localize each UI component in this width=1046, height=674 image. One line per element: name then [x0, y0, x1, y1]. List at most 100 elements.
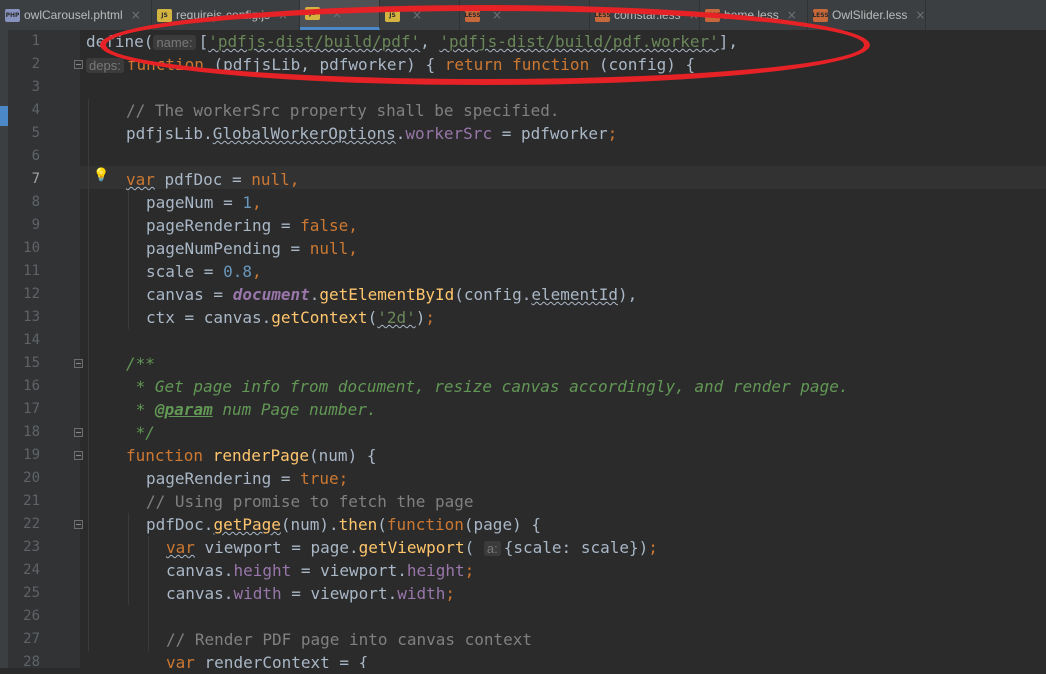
- code-token: (: [367, 308, 378, 327]
- js-file-icon: JS: [305, 7, 320, 20]
- code-token: ],: [718, 32, 739, 51]
- code-token: renderContext = {: [194, 653, 369, 668]
- fold-toggle-icon[interactable]: [74, 60, 83, 69]
- line-number: 28: [23, 654, 40, 670]
- line-number: 24: [23, 562, 40, 578]
- fold-toggle-icon[interactable]: [74, 451, 83, 460]
- code-token: height: [233, 561, 292, 580]
- line-number: 26: [23, 608, 40, 624]
- editor-tab-bar: PHP owlCarousel.phtml × JS requirejs-config.…: [0, 0, 1046, 31]
- code-token: width: [233, 584, 282, 603]
- close-icon[interactable]: ×: [131, 8, 141, 22]
- tab-label: requirejs-config.js: [176, 8, 271, 22]
- line-number: 15: [23, 355, 40, 371]
- close-icon[interactable]: ×: [332, 7, 342, 21]
- code-line: function renderPage(num) {: [126, 444, 376, 467]
- code-token: [: [198, 32, 209, 51]
- code-token: ): [415, 308, 426, 327]
- code-token: getElementById: [319, 285, 455, 304]
- line-number: 23: [23, 539, 40, 555]
- tab-2[interactable]: JS ×: [300, 0, 380, 30]
- indent-guide: [88, 99, 89, 651]
- close-icon[interactable]: ×: [412, 8, 422, 22]
- line-number: 4: [31, 102, 40, 118]
- tab-label: comstar.less: [614, 8, 681, 22]
- code-line: pageRendering = false,: [146, 214, 358, 237]
- line-number: 13: [23, 309, 40, 325]
- code-token: return function: [444, 55, 599, 74]
- code-token: (config.: [454, 285, 532, 304]
- code-token: ),: [618, 285, 638, 304]
- code-line: pageRendering = true;: [146, 467, 348, 490]
- code-token: ;: [464, 561, 475, 580]
- tab-7[interactable]: LESS OwlSlider.less ×: [808, 0, 926, 30]
- close-icon[interactable]: ×: [787, 8, 797, 22]
- code-line: /**: [126, 352, 155, 375]
- code-token: null,: [309, 239, 358, 258]
- code-token: = viewport.: [281, 584, 398, 603]
- code-token: 'pdfjs-dist/build/pdf.worker': [439, 32, 719, 51]
- line-number: 20: [23, 470, 40, 486]
- less-file-icon: LESS: [704, 8, 721, 22]
- code-token: (: [464, 538, 484, 557]
- code-token: '2d': [377, 308, 416, 327]
- line-number: 14: [23, 332, 40, 348]
- tab-6[interactable]: LESS home.less ×: [700, 0, 808, 30]
- code-token: GlobalWorkerOptions: [212, 124, 396, 143]
- code-line: // Render PDF page into canvas context: [166, 628, 532, 651]
- line-number: 17: [23, 401, 40, 417]
- line-number: 19: [23, 447, 40, 463]
- tab-4[interactable]: LESS ×: [460, 0, 590, 30]
- fold-toggle-icon[interactable]: [74, 359, 83, 368]
- code-token: // The workerSrc property shall be speci…: [126, 101, 560, 120]
- tab-5[interactable]: LESS comstar.less ×: [590, 0, 700, 30]
- code-token: ;: [607, 124, 618, 143]
- code-line: ctx = canvas.getContext('2d');: [146, 306, 435, 329]
- fold-toggle-icon[interactable]: [74, 520, 83, 529]
- code-line: scale = 0.8,: [146, 260, 262, 283]
- code-token: 1: [242, 193, 252, 212]
- close-icon[interactable]: ×: [915, 8, 925, 22]
- code-token: {scale: scale}): [503, 538, 649, 557]
- code-token: (pdfjsLib, pdfworker) {: [213, 55, 445, 74]
- code-token: document: [232, 285, 310, 304]
- less-file-icon: LESS: [812, 8, 829, 22]
- code-token: true;: [300, 469, 349, 488]
- code-token: ctx = canvas.: [146, 308, 272, 327]
- code-line: canvas = document.getElementById(config.…: [146, 283, 637, 306]
- tab-3[interactable]: JS ×: [380, 0, 460, 30]
- code-token: pageRendering =: [146, 469, 301, 488]
- tab-1[interactable]: JS requirejs-config.js ×: [152, 0, 300, 30]
- code-token: pdfDoc.: [146, 515, 214, 534]
- code-token: elementId: [531, 285, 619, 304]
- close-icon[interactable]: ×: [689, 8, 699, 22]
- indent-guide: [148, 536, 149, 651]
- line-number: 3: [31, 79, 40, 95]
- line-number: 5: [31, 125, 40, 141]
- line-number: 1: [31, 33, 40, 49]
- code-line: canvas.width = viewport.width;: [166, 582, 455, 605]
- code-line: canvas.height = viewport.height;: [166, 559, 474, 582]
- code-token: .: [309, 285, 320, 304]
- code-token: ;: [425, 308, 436, 327]
- code-line: pageNum = 1,: [146, 191, 262, 214]
- code-token: pageNum =: [146, 193, 243, 212]
- code-area[interactable]: define(name: ['pdfjs-dist/build/pdf', 'pd…: [86, 30, 1046, 668]
- code-token: canvas =: [146, 285, 233, 304]
- code-token: define(: [86, 32, 154, 51]
- less-file-icon: LESS: [464, 8, 481, 22]
- php-file-icon: PHP: [5, 8, 20, 22]
- tab-0[interactable]: PHP owlCarousel.phtml ×: [0, 0, 152, 30]
- line-number: 12: [23, 286, 40, 302]
- code-token: (num).: [280, 515, 339, 534]
- close-icon[interactable]: ×: [278, 8, 288, 22]
- line-number: 2: [31, 56, 40, 72]
- code-token: (config) {: [598, 55, 696, 74]
- fold-toggle-icon[interactable]: [74, 428, 83, 437]
- code-line: deps: function (pdfjsLib, pdfworker) { re…: [86, 53, 695, 76]
- code-token: height: [406, 561, 465, 580]
- close-icon[interactable]: ×: [492, 8, 502, 22]
- code-token: ,: [251, 193, 262, 212]
- code-line: var viewport = page.getViewport( a: {scal…: [166, 536, 658, 559]
- code-token: pdfDoc =: [154, 170, 252, 189]
